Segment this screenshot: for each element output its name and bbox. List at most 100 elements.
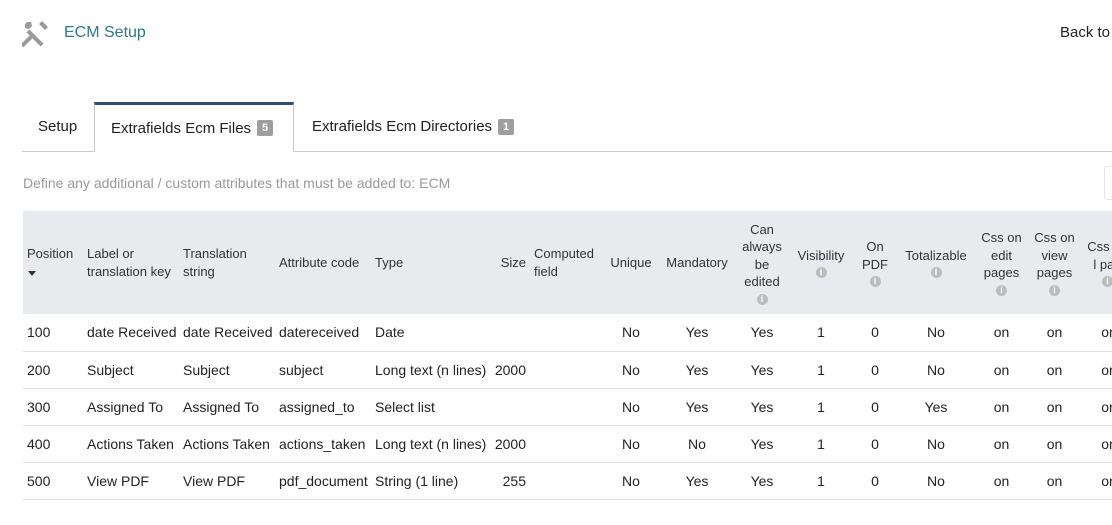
cell-totalizable: Yes: [896, 388, 976, 426]
col-attribute-code: Attribute code: [275, 211, 371, 314]
sort-down-icon[interactable]: [28, 270, 36, 276]
toolbar-button[interactable]: [1104, 166, 1112, 200]
cell-mandatory: Yes: [658, 351, 736, 389]
info-icon[interactable]: i: [815, 267, 827, 279]
cell-type: Long text (n lines): [371, 425, 486, 463]
cell-label: Actions Taken: [83, 425, 179, 463]
cell-mandatory: Yes: [658, 388, 736, 426]
cell-css-edit: on: [976, 462, 1027, 500]
tab-files-label: Extrafields Ecm Files: [111, 119, 252, 137]
cell-position: 200: [23, 351, 83, 389]
cell-css-list: or: [1082, 388, 1112, 426]
cell-unique: No: [604, 388, 658, 426]
cell-translation: Assigned To: [179, 388, 275, 426]
cell-label: date Received: [83, 314, 179, 352]
cell-on-pdf: 0: [854, 314, 896, 352]
cell-mandatory: Yes: [658, 462, 736, 500]
cell-type: String (1 line): [371, 462, 486, 500]
cell-can-edit: Yes: [736, 314, 788, 352]
page-header: ECM Setup: [22, 18, 146, 48]
cell-mandatory: No: [658, 425, 736, 463]
cell-translation: Subject: [179, 351, 275, 389]
info-icon[interactable]: i: [1102, 276, 1112, 287]
cell-css-view: on: [1027, 314, 1082, 352]
cell-size: 2000: [486, 351, 530, 389]
cell-visibility: 1: [788, 388, 854, 426]
extrafields-table: Position Label or translation key Transl…: [23, 211, 1112, 500]
cell-can-edit: Yes: [736, 425, 788, 463]
cell-visibility: 1: [788, 425, 854, 463]
col-mandatory: Mandatory: [658, 211, 736, 314]
cell-type: Select list: [371, 388, 486, 426]
cell-css-view: on: [1027, 351, 1082, 389]
cell-translation: Actions Taken: [179, 425, 275, 463]
table-row[interactable]: 300 Assigned To Assigned To assigned_to …: [23, 388, 1112, 426]
table-row[interactable]: 200 Subject Subject subject Long text (n…: [23, 351, 1112, 389]
cell-unique: No: [604, 351, 658, 389]
col-size: Size: [486, 211, 530, 314]
cell-translation: date Received: [179, 314, 275, 352]
cell-unique: No: [604, 462, 658, 500]
tab-extrafields-ecm-directories[interactable]: Extrafields Ecm Directories 1: [296, 102, 530, 151]
cell-css-list: or: [1082, 314, 1112, 352]
cell-on-pdf: 0: [854, 425, 896, 463]
cell-on-pdf: 0: [854, 351, 896, 389]
col-on-pdf: On PDF i: [854, 211, 896, 314]
table-row[interactable]: 500 View PDF View PDF pdf_document Strin…: [23, 462, 1112, 500]
cell-unique: No: [604, 314, 658, 352]
cell-totalizable: No: [896, 314, 976, 352]
cell-computed: [530, 462, 604, 500]
cell-computed: [530, 351, 604, 389]
tab-bar: Setup Extrafields Ecm Files 5 Extrafield…: [22, 102, 1112, 152]
cell-css-list: or: [1082, 462, 1112, 500]
info-icon[interactable]: i: [996, 284, 1007, 296]
cell-css-edit: on: [976, 314, 1027, 352]
info-icon[interactable]: i: [756, 293, 768, 305]
cell-type: Long text (n lines): [371, 351, 486, 389]
tab-directories-label: Extrafields Ecm Directories: [312, 118, 493, 135]
cell-css-view: on: [1027, 462, 1082, 500]
cell-computed: [530, 388, 604, 426]
cell-code: assigned_to: [275, 388, 371, 426]
cell-css-edit: on: [976, 425, 1027, 463]
col-computed: Computed field: [530, 211, 604, 314]
col-visibility: Visibility i: [788, 211, 854, 314]
cell-computed: [530, 425, 604, 463]
cell-visibility: 1: [788, 314, 854, 352]
info-icon[interactable]: i: [1049, 284, 1060, 296]
cell-position: 400: [23, 425, 83, 463]
cell-label: View PDF: [83, 462, 179, 500]
cell-can-edit: Yes: [736, 351, 788, 389]
cell-code: datereceived: [275, 314, 371, 352]
cell-size: [486, 314, 530, 352]
table-row[interactable]: 400 Actions Taken Actions Taken actions_…: [23, 425, 1112, 463]
info-icon[interactable]: i: [930, 267, 942, 279]
tab-setup-label: Setup: [38, 118, 78, 135]
cell-can-edit: Yes: [736, 462, 788, 500]
table-header-row: Position Label or translation key Transl…: [23, 211, 1112, 314]
cell-label: Subject: [83, 351, 179, 389]
col-type: Type: [371, 211, 486, 314]
page-title: ECM Setup: [64, 24, 146, 41]
cell-position: 100: [23, 314, 83, 352]
cell-mandatory: Yes: [658, 314, 736, 352]
page-description: Define any additional / custom attribute…: [23, 175, 451, 191]
count-badge: 1: [498, 118, 515, 135]
table-row[interactable]: 100 date Received date Received daterece…: [23, 314, 1112, 352]
cell-css-edit: on: [976, 351, 1027, 389]
col-can-edit: Can always be edited i: [736, 211, 788, 314]
cell-unique: No: [604, 425, 658, 463]
col-css-edit: Css on edit pages i: [976, 211, 1027, 314]
cell-translation: View PDF: [179, 462, 275, 500]
back-to-link[interactable]: Back to: [1060, 24, 1110, 41]
tab-extrafields-ecm-files[interactable]: Extrafields Ecm Files 5: [94, 102, 294, 152]
col-position[interactable]: Position: [23, 211, 83, 314]
info-icon[interactable]: i: [869, 276, 881, 287]
cell-visibility: 1: [788, 462, 854, 500]
cell-visibility: 1: [788, 351, 854, 389]
cell-totalizable: No: [896, 425, 976, 463]
cell-on-pdf: 0: [854, 388, 896, 426]
col-css-list: Css on l pagi: [1082, 211, 1112, 314]
cell-type: Date: [371, 314, 486, 352]
tab-setup[interactable]: Setup: [22, 102, 93, 151]
